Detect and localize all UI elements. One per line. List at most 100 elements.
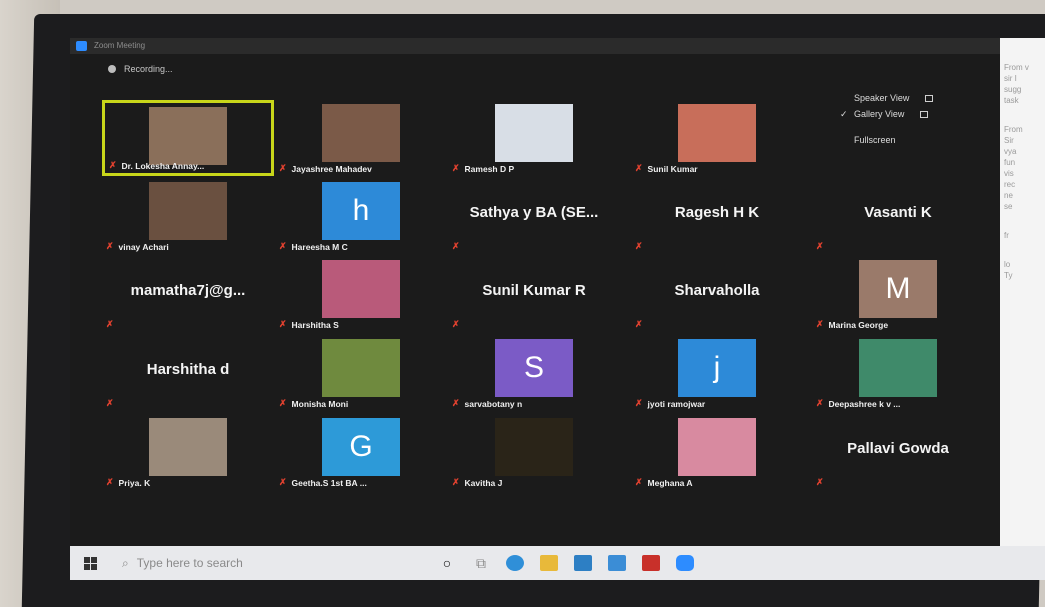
muted-mic-icon: ✗ [635, 477, 643, 487]
participant-tile[interactable]: mamatha7j@g... ✗ [102, 256, 274, 332]
recording-label: Recording... [124, 64, 173, 74]
participant-tile[interactable]: ✗ Meghana A [631, 414, 803, 490]
participant-tile[interactable]: M ✗ Marina George [812, 256, 984, 332]
participant-video [149, 182, 227, 240]
participant-video [495, 104, 573, 162]
windows-logo-icon [83, 556, 97, 570]
chat-line: vya [1004, 147, 1017, 156]
participant-tile[interactable]: Harshitha d ✗ [102, 335, 274, 411]
participant-name: Priya. K [118, 477, 151, 488]
taskbar-search-box[interactable]: ⌕ Type here to search [110, 550, 430, 576]
muted-mic-icon: ✗ [816, 477, 824, 487]
participant-tile[interactable]: Vasanti K ✗ [812, 178, 984, 254]
edge-icon[interactable] [498, 550, 532, 576]
participant-avatar: h [322, 182, 400, 240]
muted-mic-icon: ✗ [279, 319, 287, 329]
participant-avatar: j [678, 339, 756, 397]
participant-name: Jayashree Mahadev [291, 163, 372, 174]
participant-tile[interactable]: Ragesh H K ✗ [631, 178, 803, 254]
start-button[interactable] [70, 556, 110, 570]
participant-name-label: ✗ Ramesh D P [452, 163, 514, 174]
participant-display-name: Sunil Kumar R [482, 282, 586, 299]
participant-name: Marina George [828, 319, 889, 330]
participant-name: Sunil Kumar [647, 163, 698, 174]
muted-mic-icon: ✗ [279, 398, 287, 408]
participant-tile[interactable]: ✗ Monisha Moni [275, 335, 447, 411]
participant-video [322, 339, 400, 397]
participant-tile[interactable]: ✗ Jayashree Mahadev [275, 100, 447, 176]
participant-name: Dr. Lokesha Annay... [121, 160, 205, 171]
chat-line: rec [1004, 180, 1016, 189]
muted-mic-icon: ✗ [635, 163, 643, 173]
muted-mic-icon: ✗ [452, 398, 460, 408]
participant-name-label: ✗ [106, 319, 114, 330]
muted-mic-icon: ✗ [635, 319, 643, 329]
participant-avatar: S [495, 339, 573, 397]
participant-tile[interactable]: ✗ Priya. K [102, 414, 274, 490]
participant-tile[interactable]: h ✗ Hareesha M C [275, 178, 447, 254]
participant-name-label: ✗ Marina George [816, 319, 888, 330]
participant-tile[interactable] [812, 100, 984, 176]
windows-taskbar: ⌕ Type here to search ○ ⧉ [70, 546, 1045, 580]
muted-mic-icon: ✗ [816, 319, 824, 329]
participant-video [149, 107, 227, 165]
participant-tile[interactable]: S ✗ sarvabotany n [448, 335, 620, 411]
participant-name: Harshitha S [291, 319, 339, 330]
participant-tile[interactable]: ✗ Harshitha S [275, 256, 447, 332]
participant-tile[interactable]: ✗ Sunil Kumar [631, 100, 803, 176]
task-view-icon[interactable]: ⧉ [464, 550, 498, 576]
muted-mic-icon: ✗ [816, 241, 824, 251]
participant-display-name: Sathya y BA (SE... [469, 204, 599, 221]
participant-name-label: ✗ [816, 477, 824, 488]
participant-tile[interactable]: Sharvaholla ✗ [631, 256, 803, 332]
participant-name-label: ✗ jyoti ramojwar [635, 398, 705, 409]
zoom-app-icon[interactable] [668, 550, 702, 576]
participant-tile[interactable]: ✗ Deepashree k v ... [812, 335, 984, 411]
chat-line: fr [1004, 231, 1009, 240]
muted-mic-icon: ✗ [452, 241, 460, 251]
recording-dot-icon [108, 65, 116, 73]
chat-panel[interactable]: From v sir I sugg task From Sir vya fun vis rec ne… [1000, 38, 1045, 546]
participant-tile[interactable]: j ✗ jyoti ramojwar [631, 335, 803, 411]
participant-tile[interactable]: ✗ Dr. Lokesha Annay... [102, 100, 274, 176]
mail-icon[interactable] [566, 550, 600, 576]
participant-video [495, 418, 573, 476]
participant-display-name: Harshitha d [146, 361, 230, 378]
muted-mic-icon: ✗ [816, 398, 824, 408]
chat-line: task [1004, 96, 1019, 105]
participant-name-label: ✗ Meghana A [635, 477, 693, 488]
muted-mic-icon: ✗ [106, 319, 114, 329]
participant-video [322, 104, 400, 162]
participant-display-name: Pallavi Gowda [847, 440, 949, 457]
participant-name-label: ✗ Dr. Lokesha Annay... [109, 160, 204, 171]
participant-name-label: ✗ [635, 319, 643, 330]
participant-tile[interactable]: G ✗ Geetha.S 1st BA ... [275, 414, 447, 490]
participant-name: vinay Achari [118, 241, 169, 252]
participant-name-label: ✗ [635, 241, 643, 252]
participant-tile[interactable]: Sathya y BA (SE... ✗ [448, 178, 620, 254]
window-title: Zoom Meeting [94, 41, 146, 50]
cortana-icon[interactable]: ○ [430, 550, 464, 576]
participant-tile[interactable]: Sunil Kumar R ✗ [448, 256, 620, 332]
participant-name-label: ✗ Priya. K [106, 477, 150, 488]
file-explorer-icon[interactable] [532, 550, 566, 576]
muted-mic-icon: ✗ [106, 398, 114, 408]
participant-name-label: ✗ Deepashree k v ... [816, 398, 900, 409]
participant-avatar: G [322, 418, 400, 476]
participant-tile[interactable]: Pallavi Gowda ✗ [812, 414, 984, 490]
participant-name: sarvabotany n [464, 398, 523, 409]
participant-tile[interactable]: ✗ Kavitha J [448, 414, 620, 490]
participant-name: Deepashree k v ... [828, 398, 901, 409]
mcafee-icon[interactable] [634, 550, 668, 576]
muted-mic-icon: ✗ [109, 160, 117, 170]
recording-indicator[interactable]: Recording... [108, 64, 173, 74]
participant-tile[interactable]: ✗ Ramesh D P [448, 100, 620, 176]
chat-line: From v [1004, 63, 1029, 72]
chat-line: sugg [1004, 85, 1022, 94]
store-icon[interactable] [600, 550, 634, 576]
participant-name: Kavitha J [464, 477, 503, 488]
participant-name-label: ✗ [452, 319, 460, 330]
participant-tile[interactable]: ✗ vinay Achari [102, 178, 274, 254]
chat-messages: From v sir I sugg task From Sir vya fun vis rec ne… [1004, 62, 1041, 281]
chat-line: vis [1004, 169, 1014, 178]
